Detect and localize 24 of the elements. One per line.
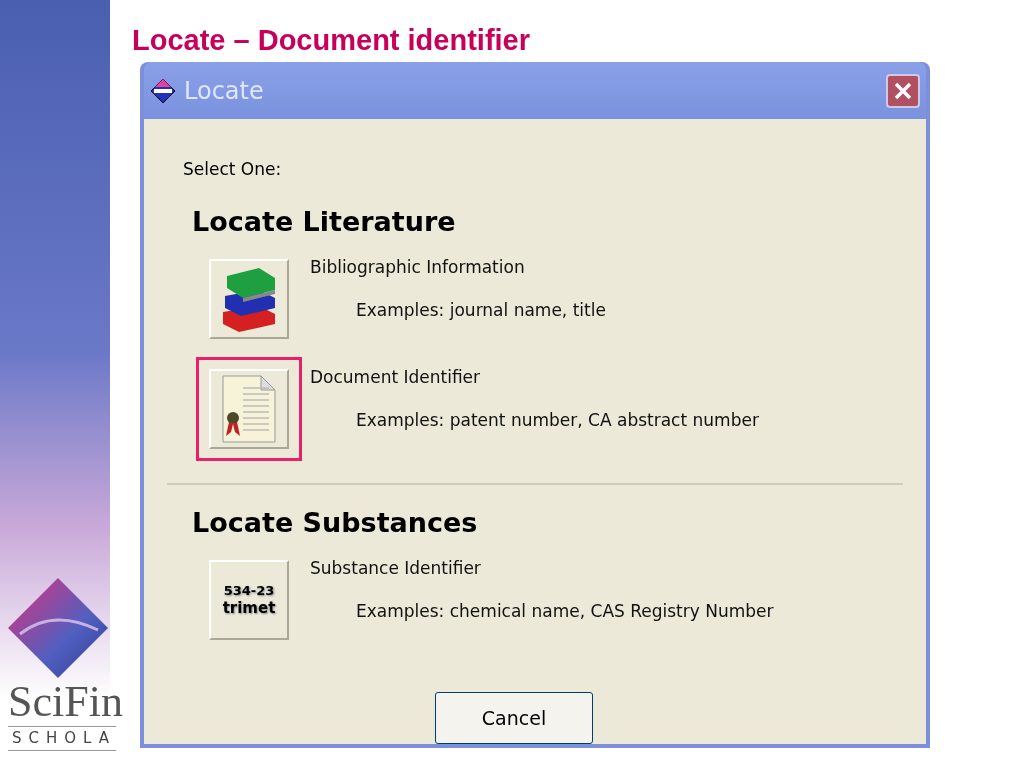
certificate-document-icon <box>221 374 277 445</box>
option-label: Substance Identifier <box>310 560 482 578</box>
option-label: Document Identifier <box>310 369 482 387</box>
option-button[interactable]: 534-23 trimet <box>209 560 289 641</box>
icon-label: 534-23 <box>223 582 275 599</box>
option-examples: Examples: journal name, title <box>356 302 606 320</box>
option-button[interactable] <box>209 369 289 450</box>
slide-title: Locate – Document identifier <box>132 23 531 58</box>
prompt-text: Select One: <box>183 157 283 181</box>
close-button[interactable] <box>886 73 920 108</box>
app-logo-icon <box>150 77 176 104</box>
option-examples: Examples: patent number, CA abstract number <box>356 412 759 430</box>
logo-subtitle: SCHOLA <box>8 726 117 751</box>
window-title: Locate <box>184 75 264 107</box>
section-heading: Locate Literature <box>192 208 457 236</box>
cancel-button[interactable]: Cancel <box>435 692 593 745</box>
icon-label: trimet <box>222 599 276 618</box>
option-label: Bibliographic Information <box>310 259 526 277</box>
diamond-logo-icon <box>8 578 108 678</box>
logo-wordmark: SciFin <box>8 680 123 724</box>
option-button[interactable] <box>209 259 289 340</box>
section-heading: Locate Substances <box>192 509 479 537</box>
option-examples: Examples: chemical name, CAS Registry Number <box>356 603 774 621</box>
close-icon <box>893 80 913 101</box>
